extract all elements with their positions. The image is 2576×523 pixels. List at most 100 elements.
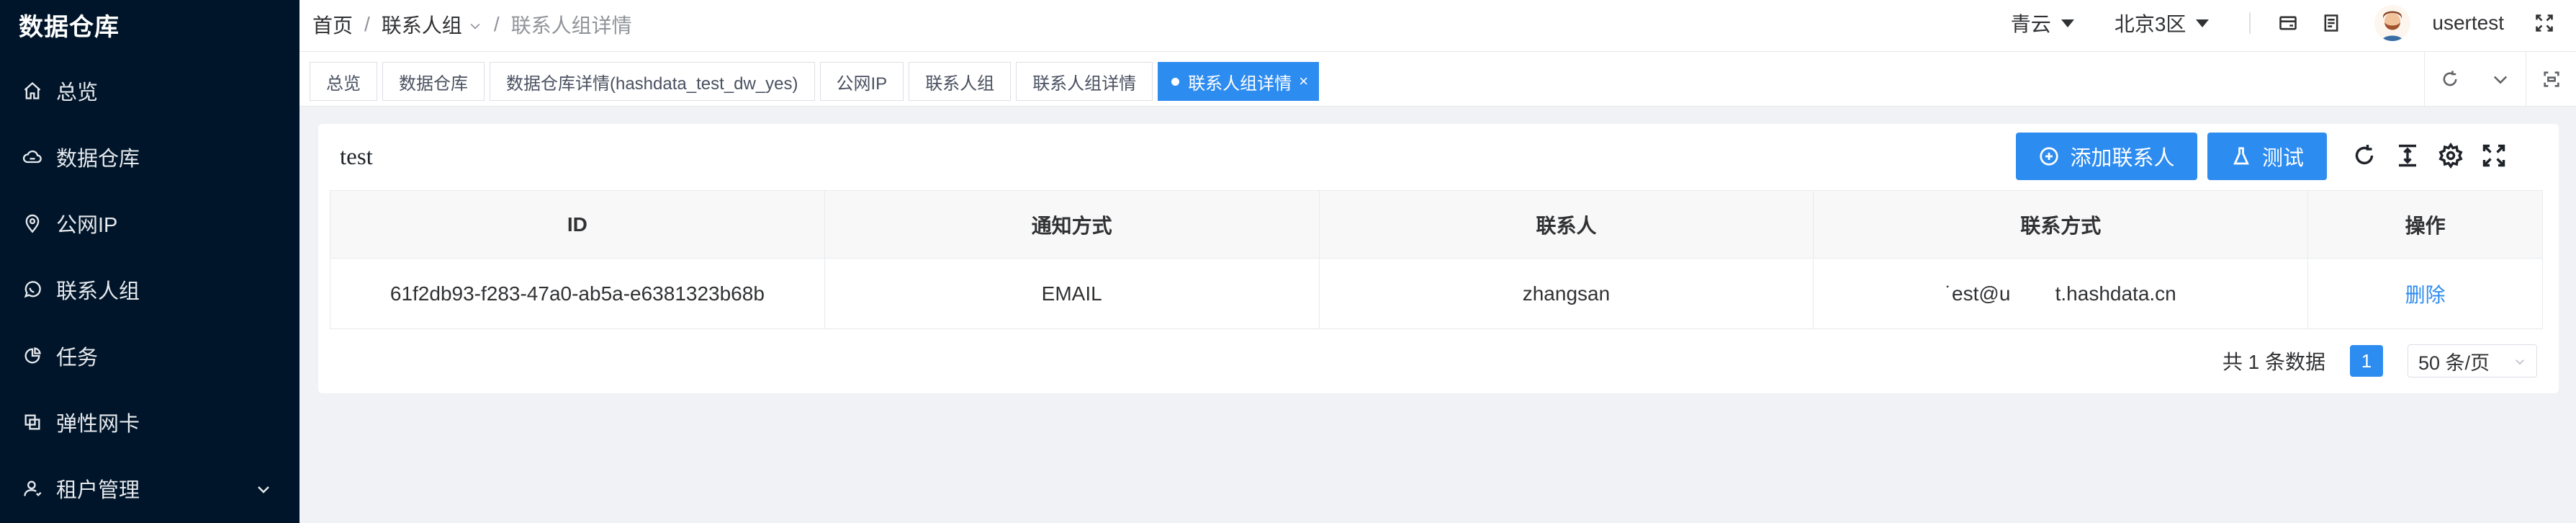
column-header-contact: 联系人 [1319,191,1814,259]
copy-icon [22,411,43,433]
active-dot-icon [1171,77,1180,86]
region-value: 青云 [2010,13,2051,35]
tab-contact-group[interactable]: 联系人组 [909,62,1012,101]
button-label: 测试 [2261,147,2304,170]
column-header-method: 通知方式 [824,191,1320,259]
chevron-down-icon[interactable] [462,13,482,36]
username[interactable]: usertest [2432,12,2504,35]
contacts-table: ID 通知方式 联系人 联系方式 操作 61f2db93-f283-47a0-a… [330,190,2544,329]
pie-chart-icon [22,345,43,367]
location-icon [22,213,43,234]
expand-icon[interactable] [2526,52,2576,107]
credit-card-icon[interactable] [2276,12,2300,35]
column-height-icon[interactable] [2393,141,2422,170]
sidebar-item-overview[interactable]: 总览 [0,58,300,124]
sidebar-item-data-warehouse[interactable]: 数据仓库 [0,124,300,190]
cell-action: 删除 [2308,259,2544,329]
cell-contact-info: ˙est@u t.hashdata.cn [1814,259,2309,329]
zone-value: 北京3区 [2114,13,2187,35]
sidebar: 数据仓库 总览 数据仓库 公网IP 联系人组 任务 弹性网卡 租户管理 [0,0,300,523]
button-label: 添加联系人 [2070,147,2175,170]
test-button[interactable]: 测试 [2207,133,2327,180]
tab-label: 公网IP [836,73,888,94]
caret-down-icon [2061,19,2074,27]
tab-label: 联系人组详情 [1032,73,1137,94]
tabs-bar: 总览 数据仓库 数据仓库详情(hashdata_test_dw_yes) 公网I… [300,52,2576,107]
tab-contact-group-detail-active[interactable]: 联系人组详情 × [1158,62,1320,101]
page-number-current[interactable]: 1 [2350,345,2383,377]
user-icon [22,478,43,499]
cell-id: 61f2db93-f283-47a0-ab5a-e6381323b68b [330,259,825,329]
document-icon[interactable] [2320,12,2343,35]
tab-contact-group-detail[interactable]: 联系人组详情 [1016,62,1153,101]
close-icon[interactable]: × [1299,72,1308,91]
refresh-icon[interactable] [2425,52,2475,107]
contact-group-card: test 添加联系人 测试 ID 通知方式 联系人 联系方式 操作 61f2db… [318,124,2559,393]
page-size-value: 50 条/页 [2418,352,2490,374]
home-icon [22,80,43,102]
cloud-icon [22,146,43,168]
page-tabs: 总览 数据仓库 数据仓库详情(hashdata_test_dw_yes) 公网I… [310,62,1324,101]
add-contact-button[interactable]: 添加联系人 [2016,133,2197,180]
sidebar-item-tasks[interactable]: 任务 [0,323,300,389]
delete-button[interactable]: 删除 [2405,280,2446,308]
fullscreen-icon[interactable] [2480,141,2508,170]
sidebar-item-label: 租户管理 [56,479,140,502]
tab-data-warehouse[interactable]: 数据仓库 [382,62,485,101]
avatar[interactable] [2374,5,2411,41]
column-header-id: ID [330,191,825,259]
cell-contact: zhangsan [1319,259,1814,329]
plus-circle-icon [2040,147,2059,166]
breadcrumb-contact-group-detail: 联系人组详情 [510,14,632,37]
sidebar-item-label: 联系人组 [56,280,140,303]
sidebar-item-label: 弹性网卡 [56,413,140,436]
breadcrumb-separator: / [364,13,370,35]
sidebar-item-label: 总览 [56,81,99,104]
table-row: 61f2db93-f283-47a0-ab5a-e6381323b68b EMA… [330,259,2544,329]
column-header-contact-info: 联系方式 [1814,191,2309,259]
zone-select[interactable]: 北京3区 [2115,9,2210,37]
tab-label: 数据仓库详情(hashdata_test_dw_yes) [506,73,798,94]
page-title: test [340,144,373,170]
tab-data-warehouse-detail[interactable]: 数据仓库详情(hashdata_test_dw_yes) [490,62,815,101]
sidebar-item-tenant-management[interactable]: 租户管理 [0,455,300,522]
pagination: 共 1 条数据 1 50 条/页 [2223,344,2537,377]
tab-overview[interactable]: 总览 [310,62,377,101]
sidebar-item-contact-group[interactable]: 联系人组 [0,256,300,323]
region-select[interactable]: 青云 [2011,9,2074,37]
top-header: 首页 / 联系人组 / 联系人组详情 青云 北京3区 usertest [300,0,2576,52]
chat-icon [22,279,43,300]
breadcrumb-home[interactable]: 首页 [312,10,353,39]
settings-icon[interactable] [2436,141,2465,170]
fullscreen-icon[interactable] [2533,12,2556,35]
sidebar-item-public-ip[interactable]: 公网IP [0,190,300,256]
tab-public-ip[interactable]: 公网IP [819,62,904,101]
sidebar-item-elastic-nic[interactable]: 弹性网卡 [0,389,300,455]
caret-down-icon [2196,19,2210,27]
header-divider [2249,12,2251,34]
tab-label: 联系人组详情 [1188,73,1292,94]
tab-tools [2424,52,2576,107]
tab-label: 数据仓库 [399,73,468,94]
breadcrumb-contact-group[interactable]: 联系人组 [382,10,462,39]
sidebar-item-label: 任务 [56,347,99,370]
tab-label: 总览 [326,73,361,94]
chevron-down-icon [2516,359,2524,365]
breadcrumb: 首页 / 联系人组 / 联系人组详情 [312,10,632,39]
breadcrumb-separator: / [493,13,500,35]
app-brand: 数据仓库 [19,14,120,41]
sidebar-menu: 总览 数据仓库 公网IP 联系人组 任务 弹性网卡 租户管理 [0,58,300,522]
header-right: 青云 北京3区 usertest [2011,0,2576,46]
chevron-down-icon [255,480,272,504]
column-header-action: 操作 [2308,191,2544,259]
sidebar-item-label: 公网IP [56,214,118,237]
flask-icon [2233,147,2249,165]
chevron-down-icon[interactable] [2475,52,2526,107]
page-size-select[interactable]: 50 条/页 [2408,344,2537,377]
tab-label: 联系人组 [925,73,995,94]
table-header-row: ID 通知方式 联系人 联系方式 操作 [330,191,2544,259]
sidebar-item-label: 数据仓库 [56,148,140,171]
pagination-total: 共 1 条数据 [2222,351,2325,373]
refresh-icon[interactable] [2350,141,2379,170]
cell-method: EMAIL [824,259,1320,329]
